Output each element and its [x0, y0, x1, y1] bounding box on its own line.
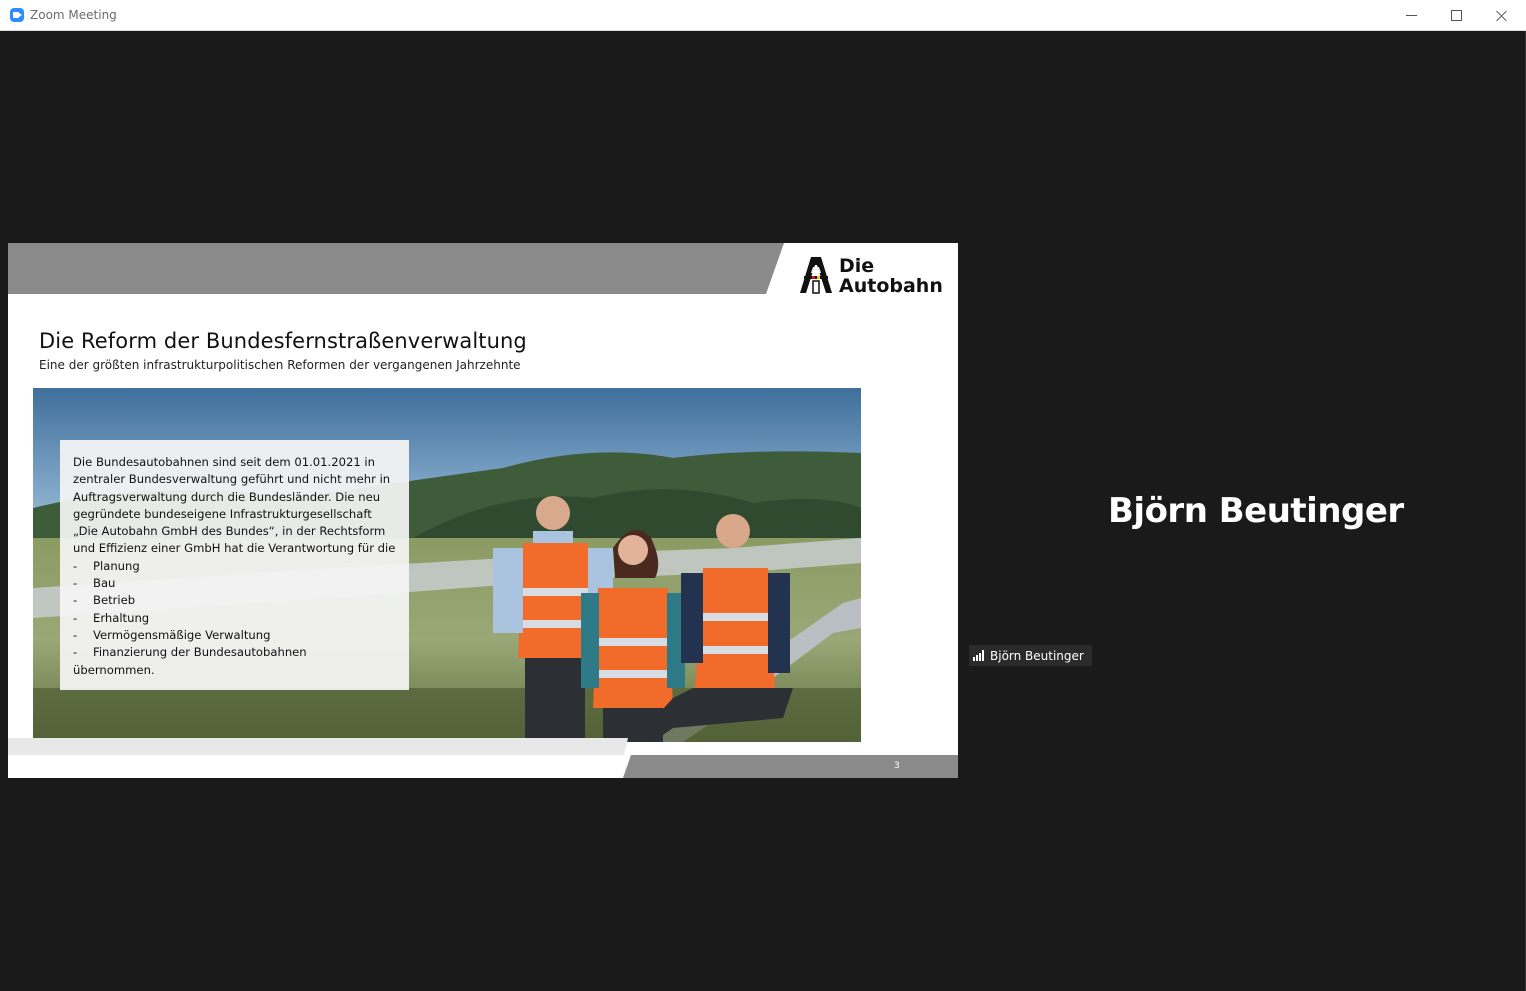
- slide-title: Die Reform der Bundesfernstraßenverwaltu…: [39, 329, 527, 353]
- list-item: Erhaltung: [73, 610, 397, 628]
- list-item: Betrieb: [73, 592, 397, 610]
- responsibility-list: Planung Bau Betrieb Erhaltung Vermögensm…: [73, 558, 397, 662]
- autobahn-road-icon: [800, 257, 832, 294]
- slide-page-number: 3: [894, 761, 900, 771]
- participant-tag-label: Björn Beutinger: [990, 648, 1084, 663]
- close-button[interactable]: [1479, 0, 1525, 31]
- minimize-button[interactable]: [1388, 0, 1434, 31]
- intro-line: Auftragsverwaltung durch die Bundeslände…: [73, 489, 381, 504]
- participant-name-tag[interactable]: Björn Beutinger: [969, 645, 1092, 666]
- intro-line: gegründete bundeseigene Infrastrukturges…: [73, 506, 372, 521]
- autobahn-logo: Die Autobahn: [798, 255, 948, 297]
- maximize-button[interactable]: [1433, 0, 1479, 31]
- logo-line-1: Die: [839, 255, 875, 277]
- intro-line: „Die Autobahn GmbH des Bundes“, in der R…: [73, 524, 386, 539]
- minimize-icon: [1405, 15, 1417, 16]
- participant-display-name: Björn Beutinger: [1108, 491, 1404, 531]
- list-item: Vermögensmäßige Verwaltung: [73, 627, 397, 645]
- shared-screen-slide[interactable]: Die Autobahn Die Reform der Bundesfernst…: [8, 243, 958, 778]
- logo-line-2: Autobahn: [839, 275, 943, 297]
- slide-subtitle: Eine der größten infrastrukturpolitische…: [39, 358, 521, 372]
- close-icon: [1496, 10, 1508, 22]
- list-item: Bau: [73, 575, 397, 593]
- slide-text-box: Die Bundesautobahnen sind seit dem 01.01…: [60, 440, 409, 690]
- zoom-app-icon: [10, 8, 24, 22]
- logo-wordmark: Die Autobahn: [839, 256, 943, 296]
- intro-line: und Effizienz einer GmbH hat die Verantw…: [73, 541, 396, 556]
- window-title: Zoom Meeting: [30, 8, 117, 22]
- maximize-icon: [1450, 10, 1462, 21]
- intro-line: Die Bundesautobahnen sind seit dem 01.01…: [73, 455, 375, 469]
- list-item: Finanzierung der Bundesautobahnen: [73, 644, 397, 662]
- window-titlebar: Zoom Meeting: [0, 0, 1526, 31]
- slide-footer-bar: [8, 738, 958, 778]
- list-item: Planung: [73, 558, 397, 576]
- signal-strength-icon: [973, 650, 984, 661]
- closing-line: übernommen.: [73, 662, 155, 677]
- intro-line: zentraler Bundesverwaltung geführt und n…: [73, 472, 391, 487]
